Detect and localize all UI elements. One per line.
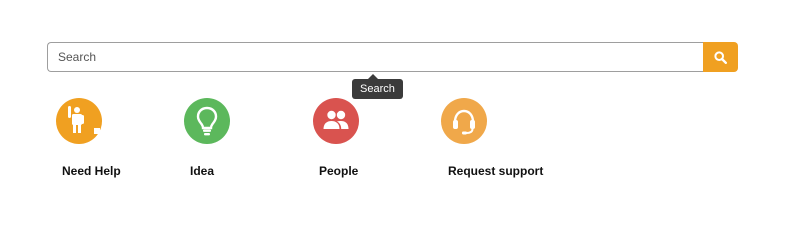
search-tooltip: Search xyxy=(352,79,403,99)
headset-icon xyxy=(441,98,487,144)
need-help-circle xyxy=(56,98,102,144)
raised-hand-person-icon xyxy=(56,98,102,144)
idea-circle xyxy=(184,98,230,144)
search-icon xyxy=(714,50,727,64)
quick-link-label: Idea xyxy=(190,164,215,178)
search-input[interactable] xyxy=(47,42,703,72)
page: Search Need Help xyxy=(0,0,786,210)
quick-link-label: People xyxy=(319,164,359,178)
search-button[interactable] xyxy=(703,42,738,72)
lightbulb-icon xyxy=(184,98,230,144)
people-circle xyxy=(313,98,359,144)
quick-link-label: Need Help xyxy=(62,164,121,178)
quick-link-label: Request support xyxy=(448,164,544,178)
search-bar xyxy=(47,42,738,72)
people-icon xyxy=(313,98,359,144)
request-support-circle xyxy=(441,98,487,144)
